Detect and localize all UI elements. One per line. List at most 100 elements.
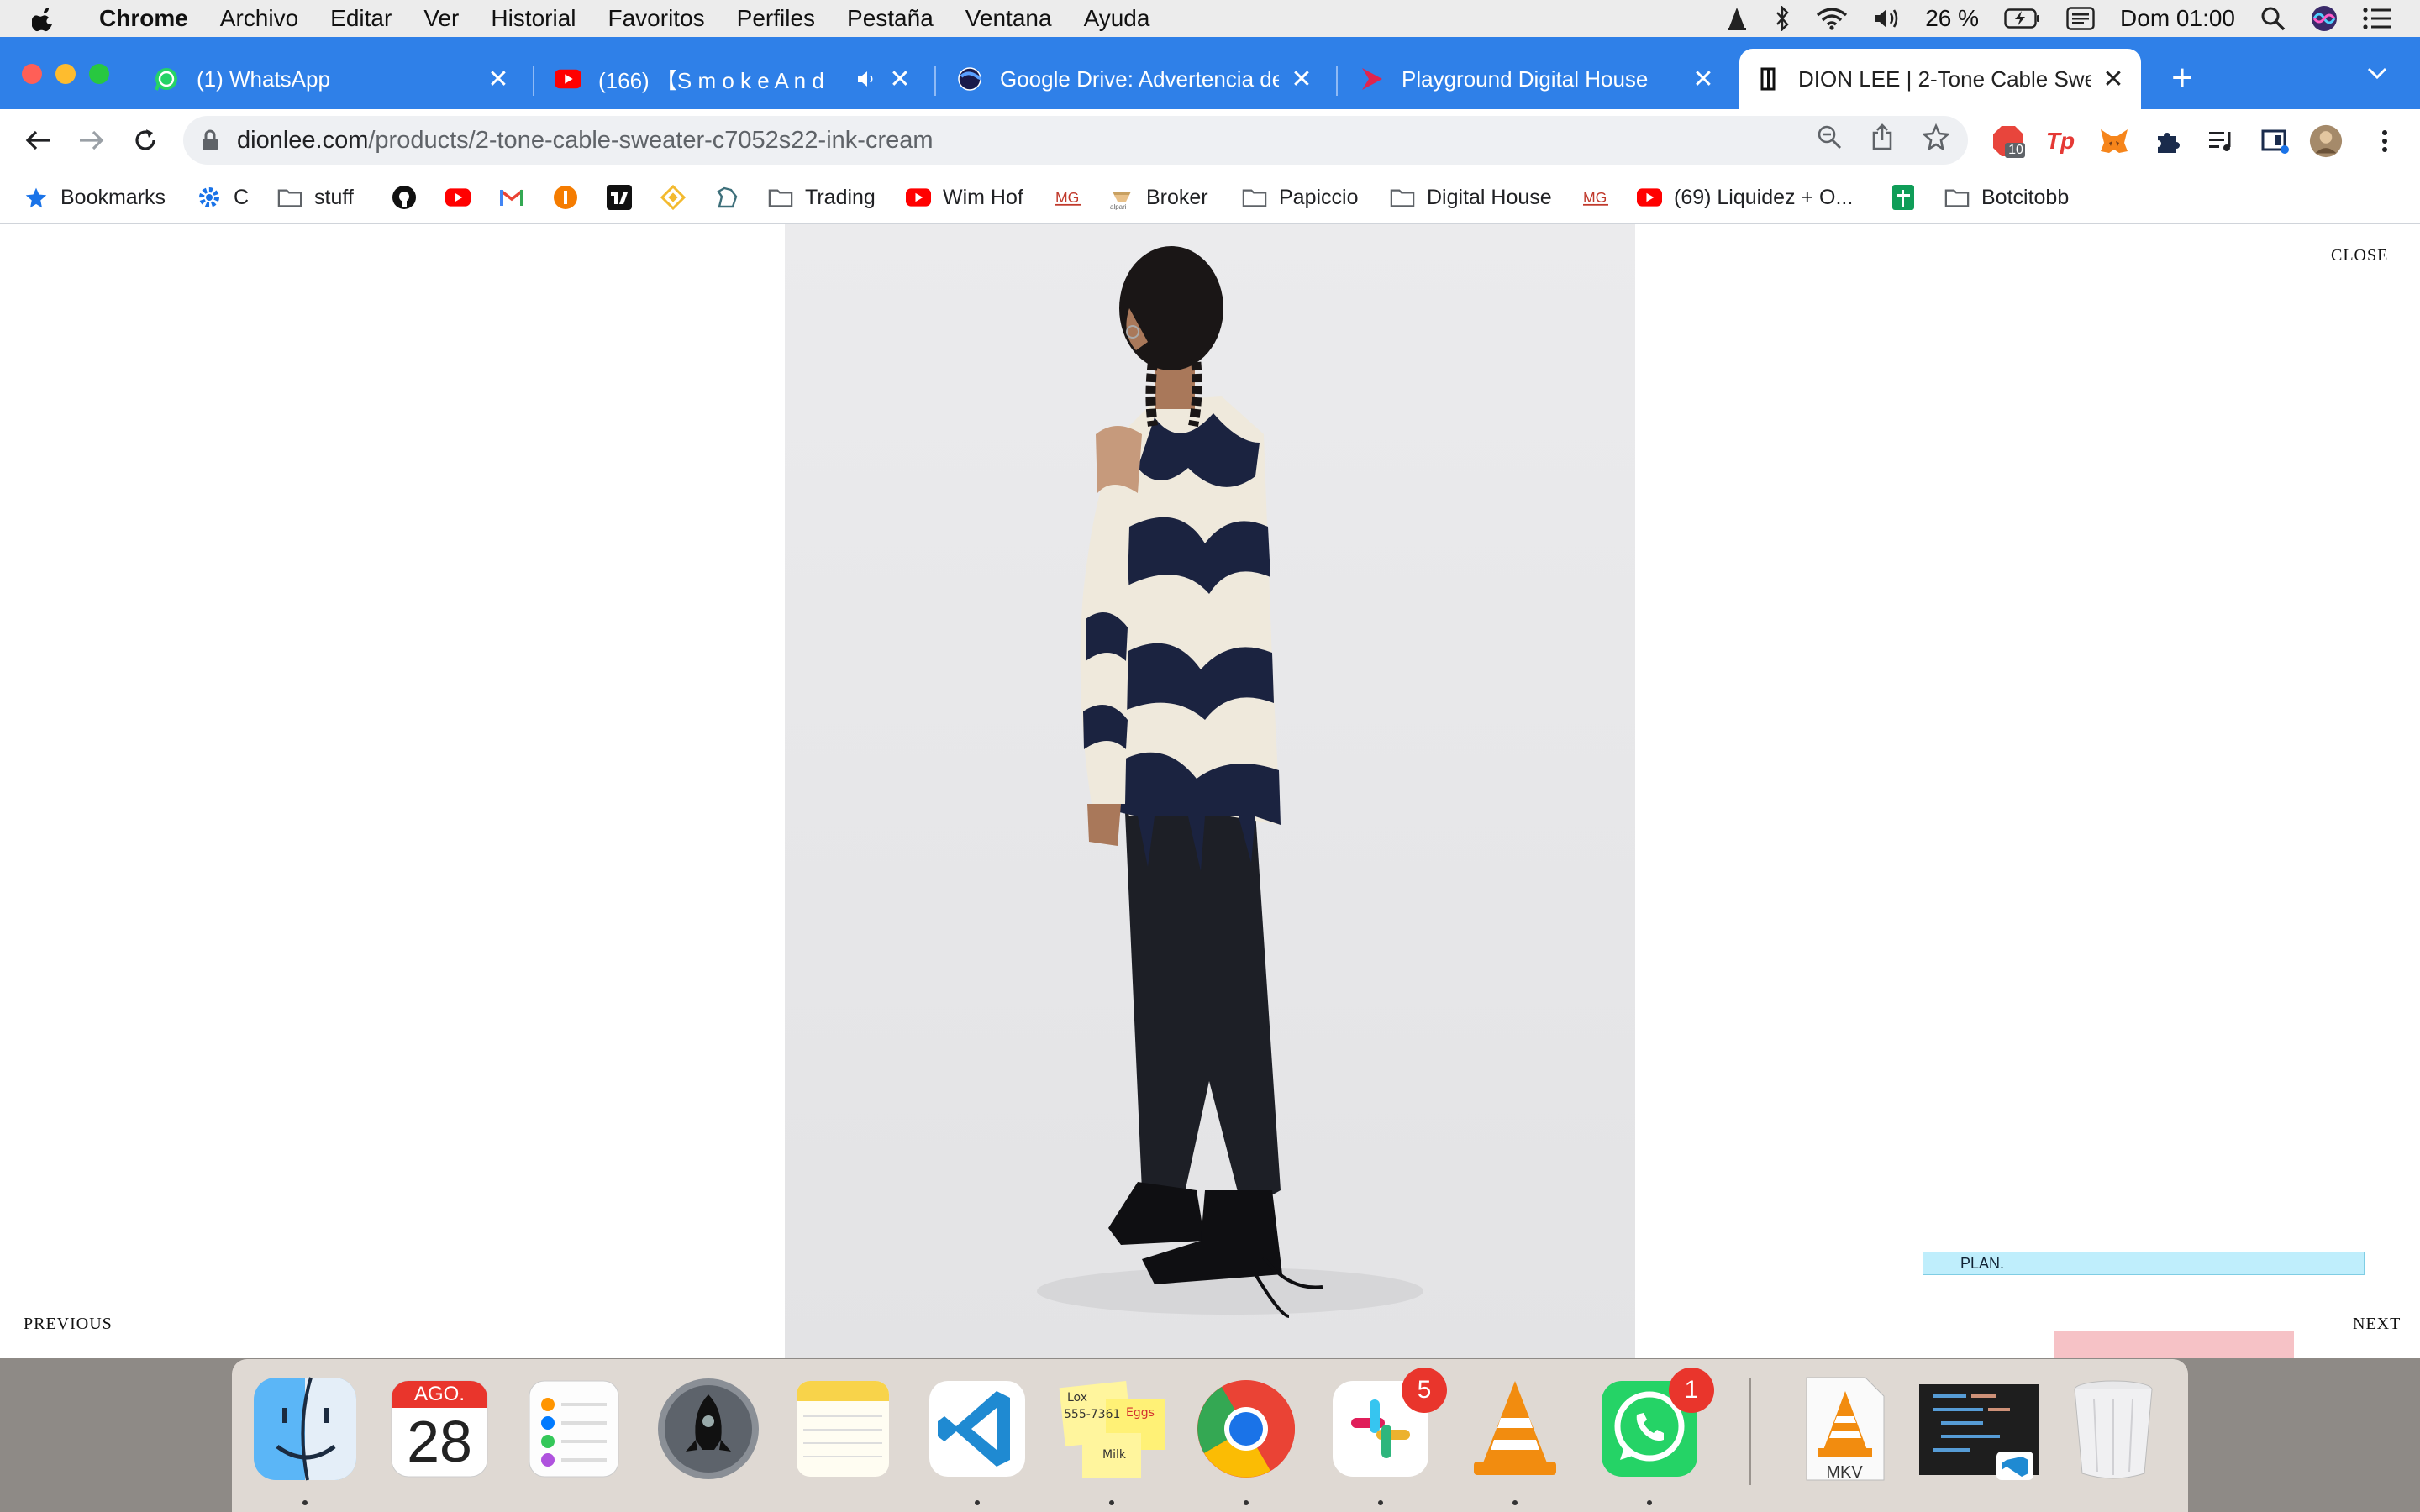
- tab-close-icon[interactable]: ✕: [486, 65, 511, 94]
- bookmark-trading[interactable]: Trading: [768, 171, 876, 223]
- notes-icon[interactable]: [788, 1374, 897, 1483]
- next-button[interactable]: NEXT: [2353, 1315, 2401, 1334]
- chrome-icon[interactable]: [1192, 1374, 1301, 1483]
- wifi-icon[interactable]: [1816, 7, 1848, 30]
- bookmark-bookmarks[interactable]: Bookmarks: [24, 171, 166, 223]
- launchpad-icon[interactable]: [654, 1374, 763, 1483]
- menu-ventana[interactable]: Ventana: [965, 5, 1052, 32]
- svg-text:alpari: alpari: [1110, 203, 1127, 210]
- model-illustration: [1037, 246, 1423, 1318]
- metamask-fox-icon[interactable]: [2097, 124, 2131, 158]
- menu-ayuda[interactable]: Ayuda: [1084, 5, 1150, 32]
- keyboard-input-icon[interactable]: [2066, 7, 2095, 30]
- bookmark-youtube[interactable]: [445, 171, 471, 223]
- notification-center-icon[interactable]: [2363, 8, 2391, 29]
- bookmark-sheets[interactable]: [1891, 171, 1916, 223]
- battery-charging-icon[interactable]: [2004, 8, 2041, 29]
- reminders-icon[interactable]: [519, 1374, 629, 1483]
- product-photo[interactable]: [785, 224, 1635, 1358]
- window-minimize-button[interactable]: [55, 64, 76, 84]
- tab-close-icon[interactable]: ✕: [887, 65, 913, 94]
- menubar-clock[interactable]: Dom 01:00: [2120, 5, 2235, 32]
- tab-google-drive[interactable]: Google Drive: Advertencia de a ✕: [941, 49, 1329, 109]
- bluetooth-icon[interactable]: [1774, 6, 1791, 31]
- zoom-icon[interactable]: [1817, 124, 1842, 156]
- tab-separator: [1336, 66, 1338, 96]
- menu-archivo[interactable]: Archivo: [220, 5, 298, 32]
- window-close-button[interactable]: [22, 64, 42, 84]
- tab-dion-lee[interactable]: DION LEE | 2-Tone Cable Swea ✕: [1739, 49, 2141, 109]
- trash-icon[interactable]: [2059, 1374, 2168, 1483]
- bookmark-star-icon[interactable]: [1921, 123, 1951, 157]
- audio-playing-icon[interactable]: [857, 66, 877, 92]
- share-icon[interactable]: [1870, 123, 1894, 157]
- close-button[interactable]: CLOSE: [2331, 246, 2388, 265]
- profile-avatar[interactable]: [2309, 124, 2343, 158]
- tab-whatsapp[interactable]: (1) WhatsApp ✕: [138, 49, 526, 109]
- tab-youtube-music[interactable]: (166) 【S m o k e A n d ✕: [539, 49, 928, 109]
- tp-extension-icon[interactable]: Tp: [2044, 124, 2077, 158]
- bookmark-papiccio[interactable]: Papiccio: [1242, 171, 1359, 223]
- finder-icon[interactable]: [250, 1374, 360, 1483]
- apple-icon[interactable]: [32, 5, 69, 32]
- url-domain: dionlee.com: [237, 126, 369, 154]
- bookmark-github[interactable]: [392, 171, 417, 223]
- media-controls-icon[interactable]: [2205, 124, 2238, 158]
- vscode-window-thumbnail[interactable]: [1916, 1374, 2039, 1483]
- bookmark-digital-house[interactable]: Digital House: [1390, 171, 1552, 223]
- window-zoom-button[interactable]: [89, 64, 109, 84]
- bookmark-c[interactable]: C: [197, 171, 249, 223]
- vlc-icon[interactable]: [1460, 1374, 1570, 1483]
- bookmark-broker[interactable]: alpari Broker: [1109, 171, 1208, 223]
- menu-historial[interactable]: Historial: [491, 5, 576, 32]
- bookmark-binance[interactable]: [660, 171, 686, 223]
- menu-ver[interactable]: Ver: [424, 5, 459, 32]
- bookmark-mg-2[interactable]: MG: [1583, 171, 1608, 223]
- menu-favoritos[interactable]: Favoritos: [608, 5, 705, 32]
- folder-icon: [1242, 185, 1267, 210]
- new-tab-button[interactable]: +: [2161, 55, 2203, 101]
- menu-perfiles[interactable]: Perfiles: [737, 5, 815, 32]
- chrome-menu-icon[interactable]: [2368, 124, 2402, 158]
- previous-button[interactable]: PREVIOUS: [24, 1315, 113, 1334]
- dock-divider: [1749, 1378, 1751, 1485]
- tab-search-chevron-icon[interactable]: [2366, 59, 2388, 86]
- forward-button[interactable]: [72, 121, 111, 160]
- plan-sticky-window[interactable]: PLAN.: [1923, 1252, 2365, 1275]
- bookmark-stuff[interactable]: stuff: [277, 171, 354, 223]
- bookmark-tradingview[interactable]: [607, 171, 632, 223]
- tab-title: Google Drive: Advertencia de a: [1000, 66, 1279, 92]
- back-button[interactable]: [18, 121, 57, 160]
- address-bar[interactable]: dionlee.com/products/2-tone-cable-sweate…: [183, 116, 1968, 165]
- bookmark-label: Bookmarks: [60, 185, 166, 209]
- volume-icon[interactable]: [1873, 7, 1900, 30]
- tab-title: Playground Digital House: [1402, 66, 1649, 92]
- reload-button[interactable]: [126, 121, 165, 160]
- bookmark-label: C: [234, 185, 250, 209]
- vlc-status-icon[interactable]: [1725, 6, 1749, 31]
- lock-icon[interactable]: [202, 129, 218, 151]
- reading-mode-icon[interactable]: [2259, 124, 2292, 158]
- menu-app-name[interactable]: Chrome: [99, 5, 188, 32]
- bookmark-mg[interactable]: MG: [1055, 171, 1081, 223]
- vscode-icon[interactable]: [923, 1374, 1032, 1483]
- menu-pestana[interactable]: Pestaña: [847, 5, 934, 32]
- bookmark-botcitobb[interactable]: Botcitobb: [1944, 171, 2069, 223]
- siri-icon[interactable]: [2311, 5, 2338, 32]
- gmail-icon: [499, 185, 524, 210]
- bookmark-gmail[interactable]: [499, 171, 524, 223]
- tab-close-icon[interactable]: ✕: [1289, 65, 1314, 94]
- tab-close-icon[interactable]: ✕: [1691, 65, 1716, 94]
- menu-editar[interactable]: Editar: [330, 5, 392, 32]
- bookmark-liquidez[interactable]: (69) Liquidez + O...: [1637, 171, 1853, 223]
- tab-playground[interactable]: Playground Digital House ✕: [1343, 49, 1731, 109]
- extensions-puzzle-icon[interactable]: [2151, 124, 2185, 158]
- bookmark-orange[interactable]: [553, 171, 578, 223]
- bookmark-label: (69) Liquidez + O...: [1674, 185, 1854, 209]
- spotlight-search-icon[interactable]: [2260, 6, 2286, 31]
- bookmark-horse[interactable]: [714, 171, 739, 223]
- bookmark-wim-hof[interactable]: Wim Hof: [906, 171, 1023, 223]
- youtube-icon: [1637, 185, 1662, 210]
- tab-close-icon[interactable]: ✕: [2101, 65, 2126, 94]
- bookmark-label: stuff: [314, 185, 354, 209]
